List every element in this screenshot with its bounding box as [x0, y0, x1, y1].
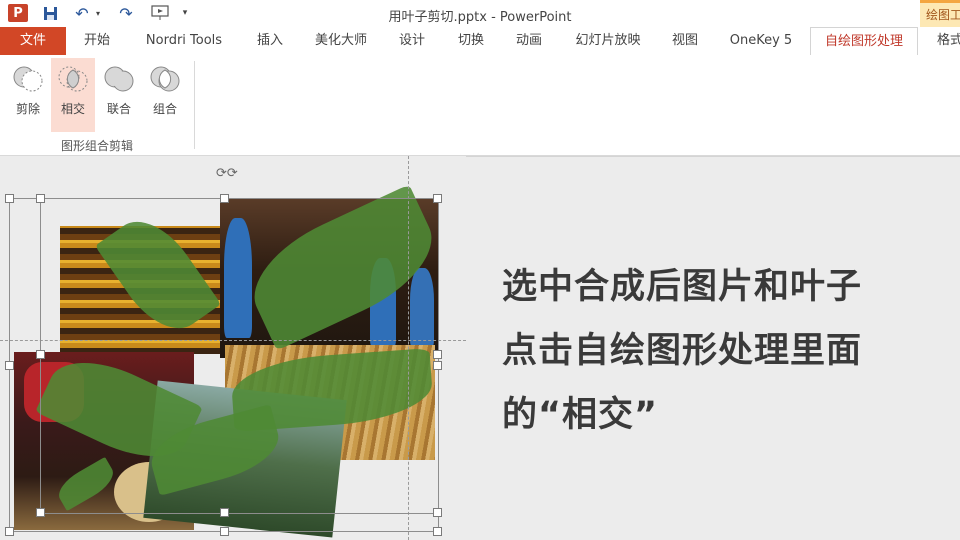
context-tab-title: 绘图工 [920, 0, 960, 27]
caption-line-1: 选中合成后图片和叶子 [502, 267, 863, 307]
resize-handle[interactable] [5, 527, 14, 536]
intersect-button[interactable]: 相交 [51, 58, 95, 132]
tab-file[interactable]: 文件 [0, 27, 66, 55]
intersect-label: 相交 [60, 102, 85, 116]
union-button[interactable]: 联合 [97, 58, 141, 132]
ribbon-group-label: 图形组合剪辑 [60, 139, 133, 153]
resize-handle[interactable] [433, 350, 442, 359]
resize-handle[interactable] [220, 194, 229, 203]
selection-box [40, 198, 439, 514]
caption-line-2: 点击自绘图形处理里面 [502, 331, 863, 371]
shape-subtract-icon [13, 66, 43, 92]
tab-meihua-dashi[interactable]: 美化大师 [306, 27, 376, 55]
tab-onekey[interactable]: OneKey 5 [722, 27, 800, 55]
subtract-button[interactable]: 剪除 [6, 58, 50, 132]
rotate-handle-icon[interactable]: ⟳⟳ [216, 166, 246, 182]
tab-transitions[interactable]: 切换 [450, 27, 492, 55]
resize-handle[interactable] [220, 508, 229, 517]
tab-home[interactable]: 开始 [76, 27, 118, 55]
tab-insert[interactable]: 插入 [250, 27, 290, 55]
tab-view[interactable]: 视图 [664, 27, 706, 55]
tab-animations[interactable]: 动画 [508, 27, 550, 55]
resize-handle[interactable] [433, 361, 442, 370]
combine-button[interactable]: 组合 [143, 58, 187, 132]
ribbon-tabs: 文件 开始 Nordri Tools 插入 美化大师 设计 切换 动画 幻灯片放… [0, 27, 960, 56]
tab-design[interactable]: 设计 [392, 27, 432, 55]
caption-line-3: 的“相交” [502, 395, 659, 435]
union-label: 联合 [106, 102, 131, 116]
ribbon-panel: 剪除 相交 联合 组合 图形组合剪辑 [0, 55, 960, 156]
slide-edge [466, 156, 960, 157]
resize-handle[interactable] [36, 194, 45, 203]
resize-handle[interactable] [433, 194, 442, 203]
resize-handle[interactable] [36, 508, 45, 517]
combine-label: 组合 [152, 102, 177, 116]
window-title: 用叶子剪切.pptx - PowerPoint [388, 10, 572, 25]
tab-slideshow[interactable]: 幻灯片放映 [566, 27, 650, 55]
shape-combine-icon [150, 66, 180, 92]
subtract-label: 剪除 [15, 102, 40, 116]
resize-handle[interactable] [220, 527, 229, 536]
title-bar: P ↶ ▾ ↷ ▾ 用叶子剪切.pptx - PowerPoint 绘图工 [0, 0, 960, 27]
ribbon-group-separator [194, 61, 195, 149]
tab-nordri-tools[interactable]: Nordri Tools [136, 27, 232, 55]
resize-handle[interactable] [433, 527, 442, 536]
resize-handle[interactable] [5, 194, 14, 203]
shape-intersect-icon [58, 66, 88, 92]
tab-format[interactable]: 格式 [932, 27, 960, 55]
resize-handle[interactable] [5, 361, 14, 370]
shape-union-icon [104, 66, 134, 92]
resize-handle[interactable] [36, 350, 45, 359]
tab-custom-shape-processing[interactable]: 自绘图形处理 [810, 27, 918, 56]
resize-handle[interactable] [433, 508, 442, 517]
